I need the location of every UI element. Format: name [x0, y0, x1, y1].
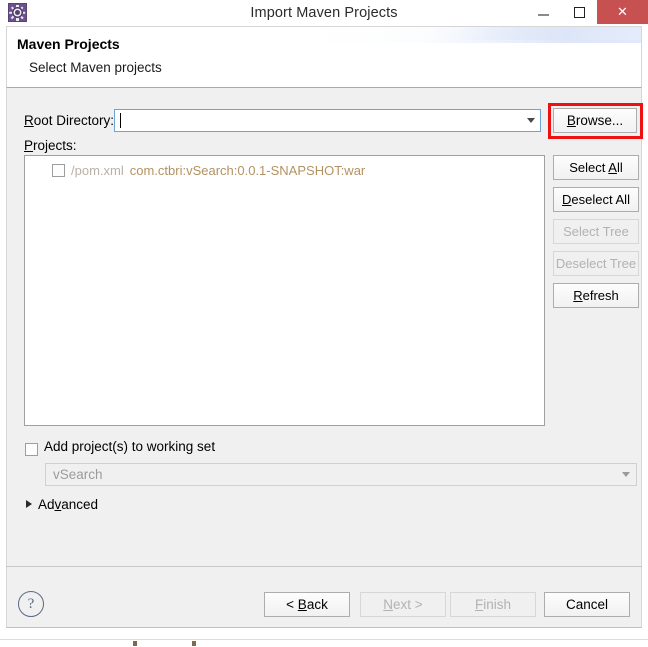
- minimize-button[interactable]: [525, 0, 561, 24]
- chevron-down-icon: [526, 118, 535, 123]
- browse-button[interactable]: Browse...: [553, 108, 637, 133]
- browse-button-label: Browse...: [566, 113, 624, 128]
- deselect-tree-button: Deselect Tree: [553, 251, 639, 276]
- select-all-button[interactable]: Select All: [553, 155, 639, 180]
- text-caret: [120, 113, 121, 128]
- back-button-label: < Back: [286, 597, 328, 612]
- cancel-button[interactable]: Cancel: [544, 592, 630, 617]
- root-directory-dropdown-button[interactable]: [521, 110, 540, 131]
- project-coordinates: com.ctbri:vSearch:0.0.1-SNAPSHOT:war: [129, 162, 366, 178]
- working-set-value: vSearch: [53, 467, 103, 482]
- add-to-working-set-checkbox[interactable]: [25, 443, 38, 456]
- refresh-label: Refresh: [573, 288, 619, 303]
- background-window-strip: [0, 634, 648, 647]
- back-button[interactable]: < Back: [264, 592, 350, 617]
- deselect-tree-label: Deselect Tree: [555, 256, 637, 271]
- header-gradient-decoration-2: [461, 27, 641, 40]
- close-button[interactable]: ✕: [597, 0, 648, 24]
- page-subtitle: Select Maven projects: [29, 60, 162, 75]
- maximize-icon: [573, 6, 585, 18]
- cancel-button-label: Cancel: [565, 597, 609, 612]
- title-bar: Import Maven Projects ✕: [0, 0, 648, 27]
- finish-button: Finish: [450, 592, 536, 617]
- add-to-working-set-label[interactable]: Add project(s) to working set: [44, 439, 215, 454]
- deselect-all-button[interactable]: Deselect All: [553, 187, 639, 212]
- minimize-icon: [537, 14, 549, 16]
- chevron-right-icon[interactable]: [26, 500, 32, 508]
- projects-tree[interactable]: /pom.xml com.ctbri:vSearch:0.0.1-SNAPSHO…: [24, 155, 545, 426]
- project-checkbox[interactable]: [52, 163, 65, 177]
- projects-label: Projects:: [24, 138, 77, 153]
- working-set-combo: vSearch: [45, 463, 637, 486]
- root-directory-combo[interactable]: [114, 109, 541, 132]
- next-button: Next >: [360, 592, 446, 617]
- page-title: Maven Projects: [17, 36, 120, 52]
- select-tree-button: Select Tree: [553, 219, 639, 244]
- wizard-body: Root Directory: Browse... Projects: /pom…: [6, 88, 643, 566]
- working-set-dropdown-button: [616, 464, 635, 485]
- maximize-button[interactable]: [561, 0, 597, 24]
- help-icon[interactable]: ?: [18, 591, 44, 617]
- window-controls: ✕: [525, 0, 648, 24]
- finish-button-label: Finish: [474, 597, 511, 612]
- background-marker: [192, 641, 196, 646]
- root-directory-label: Root Directory:: [24, 113, 115, 128]
- deselect-all-label: Deselect All: [562, 192, 630, 207]
- background-divider: [0, 639, 648, 640]
- table-row[interactable]: /pom.xml com.ctbri:vSearch:0.0.1-SNAPSHO…: [25, 160, 365, 180]
- background-marker: [133, 641, 137, 646]
- chevron-down-icon: [621, 472, 630, 477]
- close-icon: ✕: [617, 4, 628, 20]
- wizard-header: Maven Projects Select Maven projects: [6, 26, 642, 88]
- select-all-label: Select All: [569, 160, 623, 175]
- project-path: /pom.xml: [71, 162, 124, 178]
- select-tree-label: Select Tree: [563, 224, 629, 239]
- refresh-button[interactable]: Refresh: [553, 283, 639, 308]
- advanced-toggle[interactable]: Advanced: [38, 497, 98, 512]
- import-maven-projects-dialog: Import Maven Projects ✕ Maven Projects S…: [0, 0, 648, 634]
- next-button-label: Next >: [383, 597, 423, 612]
